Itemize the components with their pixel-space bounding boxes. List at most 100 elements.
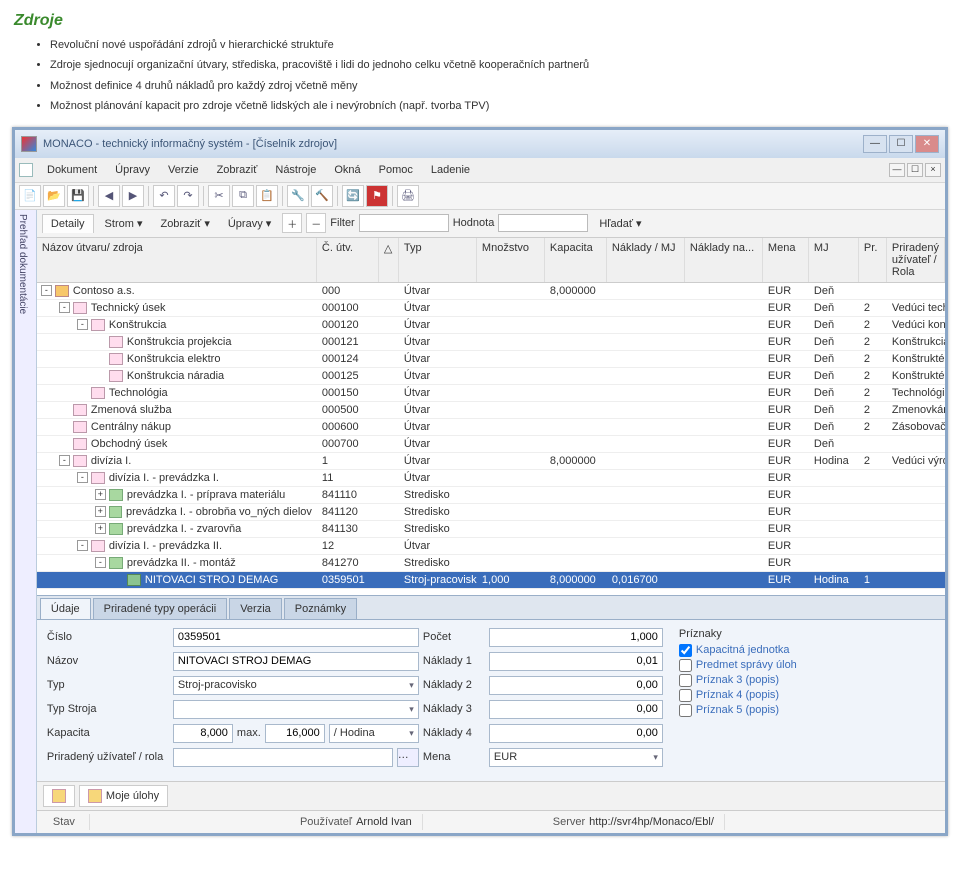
tab-verzia[interactable]: Verzia <box>229 598 282 619</box>
copy-icon[interactable]: ⧉ <box>232 185 254 207</box>
mdi-restore-button[interactable]: ☐ <box>907 163 923 177</box>
input-nak3[interactable] <box>489 700 663 719</box>
tab-detaily[interactable]: Detaily <box>42 214 94 233</box>
input-nak2[interactable] <box>489 676 663 695</box>
input-nazov[interactable] <box>173 652 419 671</box>
table-row[interactable]: -divízia I. - prevádzka I.11ÚtvarEUR <box>37 470 945 487</box>
table-row[interactable]: +prevádzka I. - príprava materiálu841110… <box>37 487 945 504</box>
combo-kapunit[interactable]: / Hodina <box>329 724 419 743</box>
combo-typ[interactable]: Stroj-pracovisko <box>173 676 419 695</box>
table-row[interactable]: Technológia000150ÚtvarEURDeň2Technológia… <box>37 385 945 402</box>
table-row[interactable]: -Contoso a.s.000Útvar8,000000EURDeň <box>37 283 945 300</box>
expand-icon[interactable]: - <box>59 455 70 466</box>
btn-hladat[interactable]: Hľadať ▾ <box>592 213 648 234</box>
expand-icon[interactable]: - <box>77 472 88 483</box>
table-row[interactable]: +prevádzka I. - obrobňa vo_ných dielov84… <box>37 504 945 521</box>
table-row[interactable]: -prevádzka II. - montáž841270StrediskoEU… <box>37 555 945 572</box>
priznak-item[interactable]: Príznak 4 (popis) <box>679 689 829 702</box>
hammer-icon[interactable]: 🔨 <box>311 185 333 207</box>
expand-icon[interactable]: - <box>41 285 52 296</box>
tree-toolbar: Detaily Strom ▾ Zobraziť ▾ Úpravy ▾ ＋ － … <box>37 210 945 238</box>
input-nak4[interactable] <box>489 724 663 743</box>
priznak-checkbox[interactable] <box>679 704 692 717</box>
menu-zobrazit[interactable]: Zobraziť <box>209 160 266 180</box>
combo-typstroja[interactable] <box>173 700 419 719</box>
priznak-item[interactable]: Príznak 3 (popis) <box>679 674 829 687</box>
table-row[interactable]: Konštrukcia elektro000124ÚtvarEURDeň2Kon… <box>37 351 945 368</box>
filter-input[interactable] <box>359 214 449 232</box>
menu-verzie[interactable]: Verzie <box>160 160 207 180</box>
menu-ladenie[interactable]: Ladenie <box>423 160 478 180</box>
input-kapmax[interactable] <box>265 724 325 743</box>
refresh-icon[interactable]: 🔄 <box>342 185 364 207</box>
open-icon[interactable]: 📂 <box>43 185 65 207</box>
grid-body[interactable]: -Contoso a.s.000Útvar8,000000EURDeň-Tech… <box>37 283 945 595</box>
tab-typy-operacii[interactable]: Priradené typy operácii <box>93 598 228 619</box>
table-row[interactable]: Konštrukcia projekcia000121ÚtvarEURDeň2K… <box>37 334 945 351</box>
btn-strom[interactable]: Strom ▾ <box>98 213 150 234</box>
priznak-checkbox[interactable] <box>679 674 692 687</box>
input-nak1[interactable] <box>489 652 663 671</box>
maximize-button[interactable]: ☐ <box>889 135 913 153</box>
close-button[interactable]: ✕ <box>915 135 939 153</box>
expand-icon[interactable]: - <box>95 557 106 568</box>
btn-tasks-icon[interactable] <box>43 785 75 807</box>
tab-udaje[interactable]: Údaje <box>40 598 91 619</box>
table-row[interactable]: -divízia I. - prevádzka II.12ÚtvarEUR <box>37 538 945 555</box>
menu-okna[interactable]: Okná <box>326 160 368 180</box>
combo-mena[interactable]: EUR <box>489 748 663 767</box>
side-tab[interactable]: Prehľad dokumentácie <box>15 210 37 833</box>
priznak-checkbox[interactable] <box>679 689 692 702</box>
priznak-item[interactable]: Predmet správy úloh <box>679 659 829 672</box>
table-row[interactable]: -Technický úsek000100ÚtvarEURDeň2Vedúci … <box>37 300 945 317</box>
remove-icon[interactable]: － <box>306 213 326 233</box>
undo-icon[interactable]: ↶ <box>153 185 175 207</box>
expand-icon[interactable]: - <box>59 302 70 313</box>
priznak-item[interactable]: Kapacitná jednotka <box>679 644 829 657</box>
table-row[interactable]: Centrálny nákup000600ÚtvarEURDeň2Zásobov… <box>37 419 945 436</box>
print-icon[interactable]: 🖨 <box>397 185 419 207</box>
cut-icon[interactable]: ✂ <box>208 185 230 207</box>
priznak-checkbox[interactable] <box>679 659 692 672</box>
priznak-checkbox[interactable] <box>679 644 692 657</box>
tab-poznamky[interactable]: Poznámky <box>284 598 357 619</box>
table-row[interactable]: NITOVACI STROJ DEMAG0359501Stroj-pracovi… <box>37 572 945 589</box>
priznak-item[interactable]: Príznak 5 (popis) <box>679 704 829 717</box>
input-cislo[interactable] <box>173 628 419 647</box>
table-row[interactable]: Obchodný úsek000700ÚtvarEURDeň <box>37 436 945 453</box>
flag-icon[interactable]: ⚑ <box>366 185 388 207</box>
menu-nastroje[interactable]: Nástroje <box>267 160 324 180</box>
expand-icon[interactable]: - <box>77 540 88 551</box>
nav-fwd-icon[interactable]: ▶ <box>122 185 144 207</box>
mdi-close-button[interactable]: × <box>925 163 941 177</box>
menu-dokument[interactable]: Dokument <box>39 160 105 180</box>
btn-upravy[interactable]: Úpravy ▾ <box>221 213 278 234</box>
add-icon[interactable]: ＋ <box>282 213 302 233</box>
input-priradeny[interactable] <box>173 748 393 767</box>
table-row[interactable]: -divízia I.1Útvar8,000000EURHodina2Vedúc… <box>37 453 945 470</box>
btn-zobrazit[interactable]: Zobraziť ▾ <box>153 213 216 234</box>
save-icon[interactable]: 💾 <box>67 185 89 207</box>
btn-moje-ulohy[interactable]: Moje úlohy <box>79 785 168 807</box>
menu-upravy[interactable]: Úpravy <box>107 160 158 180</box>
paste-icon[interactable]: 📋 <box>256 185 278 207</box>
hodnota-input[interactable] <box>498 214 588 232</box>
new-icon[interactable]: 📄 <box>19 185 41 207</box>
menu-pomoc[interactable]: Pomoc <box>371 160 421 180</box>
table-row[interactable]: -Konštrukcia000120ÚtvarEURDeň2Vedúci kon… <box>37 317 945 334</box>
expand-icon[interactable]: + <box>95 489 106 500</box>
tool-icon[interactable]: 🔧 <box>287 185 309 207</box>
nav-back-icon[interactable]: ◀ <box>98 185 120 207</box>
expand-icon[interactable]: + <box>95 506 106 517</box>
input-pocet[interactable] <box>489 628 663 647</box>
expand-icon[interactable]: - <box>77 319 88 330</box>
table-row[interactable]: Konštrukcia náradia000125ÚtvarEURDeň2Kon… <box>37 368 945 385</box>
minimize-button[interactable]: — <box>863 135 887 153</box>
redo-icon[interactable]: ↷ <box>177 185 199 207</box>
input-kapacita[interactable] <box>173 724 233 743</box>
expand-icon[interactable]: + <box>95 523 106 534</box>
table-row[interactable]: Zmenová služba000500ÚtvarEURDeň2Zmenovká… <box>37 402 945 419</box>
mdi-minimize-button[interactable]: — <box>889 163 905 177</box>
btn-lookup-user[interactable]: … <box>397 748 419 767</box>
table-row[interactable]: +prevádzka I. - zvarovňa841130StrediskoE… <box>37 521 945 538</box>
